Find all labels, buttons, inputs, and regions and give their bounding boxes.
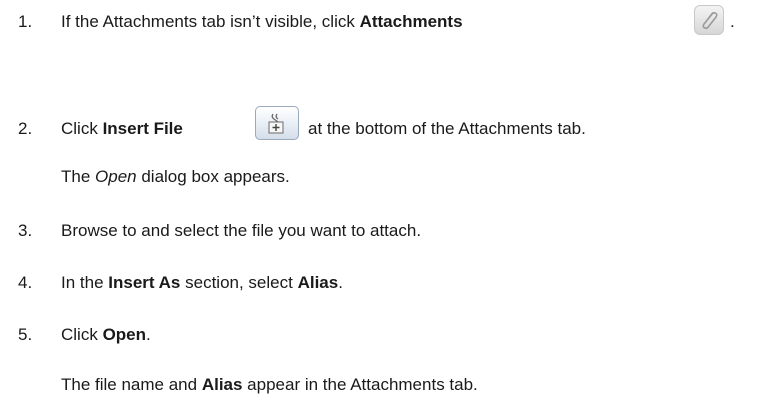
step-text: Browse to and select the file you want t… [61, 221, 422, 240]
step-period: . [730, 12, 735, 31]
step-text: Click Open. [61, 325, 151, 344]
ui-term: Open [102, 325, 147, 344]
paperclip-icon [694, 5, 724, 35]
step-5-result: The file name and Alias appear in the At… [61, 375, 478, 394]
ui-term: Attachments [359, 12, 463, 31]
step-number: 2. [18, 119, 33, 138]
step-text: If the Attachments tab isn’t visible, cl… [61, 12, 463, 31]
step-text-after: at the bottom of the Attachments tab. [308, 119, 586, 138]
step-number: 3. [18, 221, 33, 240]
step-number: 5. [18, 325, 33, 344]
step-text: Click Insert File [61, 119, 183, 138]
step-number: 4. [18, 273, 33, 292]
step-text: In the Insert As section, select Alias. [61, 273, 343, 292]
ui-term: Alias [201, 375, 243, 394]
dialog-name: Open [95, 167, 137, 186]
step-number: 1. [18, 12, 33, 31]
step-2-result: The Open dialog box appears. [61, 167, 290, 186]
ui-term: Insert As [108, 273, 181, 292]
ui-term: Alias [297, 273, 339, 292]
ui-term: Insert File [102, 119, 183, 138]
insert-file-icon [255, 106, 299, 140]
